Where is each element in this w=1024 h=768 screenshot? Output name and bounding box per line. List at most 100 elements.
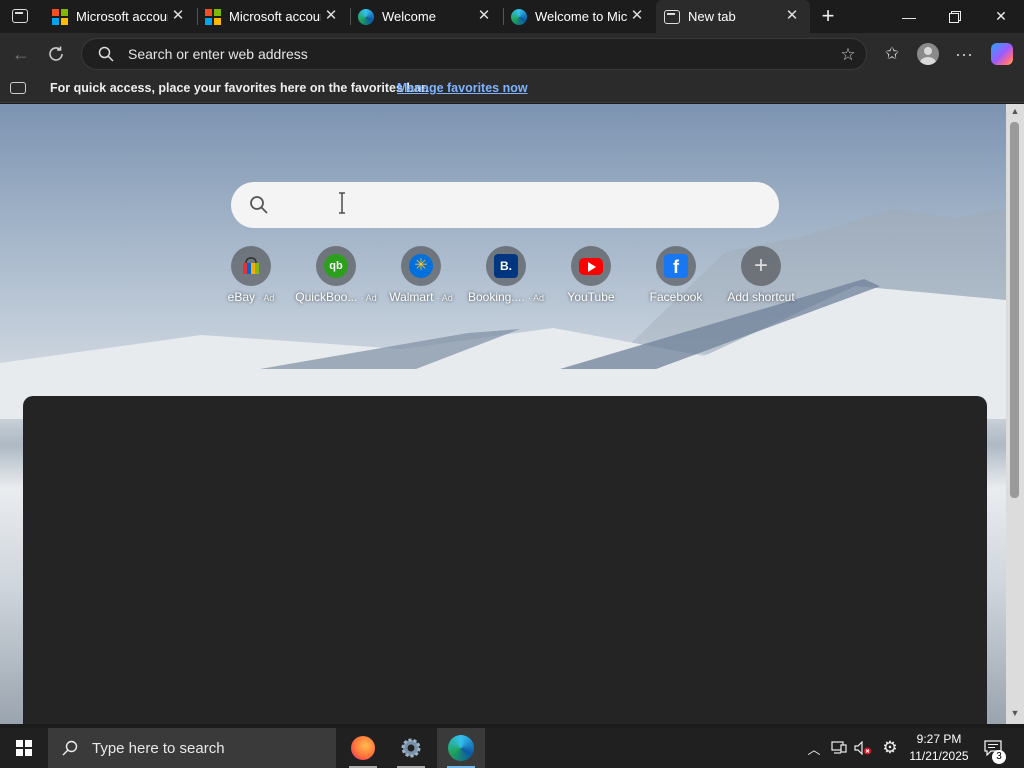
- edge-logo-icon: [511, 8, 527, 25]
- favorites-icon: ✩: [884, 44, 900, 63]
- shortcut-facebook[interactable]: f Facebook: [633, 246, 719, 316]
- facebook-icon: f: [656, 246, 696, 286]
- tab-actions-button[interactable]: [4, 2, 36, 30]
- taskbar-edge[interactable]: [437, 728, 485, 768]
- close-window-button[interactable]: ✕: [978, 0, 1024, 33]
- microsoft-logo-icon: [52, 8, 68, 25]
- taskbar-settings[interactable]: [387, 728, 435, 768]
- tab-actions-icon: [12, 9, 28, 23]
- microsoft-logo-icon: [205, 8, 221, 25]
- new-tab-page: eBay · Ad qb QuickBoo... · Ad ✳ Walmart …: [0, 104, 1006, 724]
- network-icon: [831, 741, 847, 754]
- address-bar[interactable]: Search or enter web address ☆: [81, 38, 867, 70]
- add-favorite-star-icon[interactable]: ☆: [838, 45, 858, 65]
- restore-button[interactable]: [932, 0, 978, 33]
- tab-welcome[interactable]: Welcome ✕: [350, 0, 502, 33]
- chevron-up-icon: ︿: [807, 741, 821, 757]
- taskbar-clock[interactable]: 9:27 PM 11/21/2025: [905, 731, 973, 765]
- volume-button[interactable]: [852, 728, 874, 768]
- tab-new-tab[interactable]: New tab ✕: [656, 0, 810, 33]
- shortcut-label: Walmart · Ad: [389, 290, 453, 304]
- add-shortcut-button[interactable]: + Add shortcut: [718, 246, 804, 316]
- tab-title: New tab: [688, 9, 736, 24]
- shortcut-label: QuickBoo... · Ad: [295, 290, 377, 304]
- tab-microsoft-account-2[interactable]: Microsoft accoun ✕: [197, 0, 349, 33]
- browser-toolbar: ← Search or enter web address ☆ ✩ ···: [0, 33, 1024, 75]
- minimize-button[interactable]: —: [886, 0, 932, 33]
- more-dots-icon: ···: [955, 43, 973, 64]
- tab-close-icon[interactable]: ✕: [170, 8, 186, 24]
- tab-title: Microsoft accoun: [76, 9, 168, 24]
- search-icon: [62, 740, 78, 756]
- windows-taskbar: Type here to search ︿ ⚙ 9:27 PM 11/21/20…: [0, 728, 1024, 768]
- booking-icon: B.: [486, 246, 526, 286]
- settings-and-more-button[interactable]: ···: [949, 39, 979, 69]
- shortcut-label: eBay · Ad: [227, 290, 275, 304]
- firefox-icon: [351, 736, 375, 760]
- scroll-up-arrow-icon[interactable]: ▲: [1010, 106, 1020, 116]
- clock-time: 9:27 PM: [916, 732, 962, 746]
- tab-close-icon[interactable]: ✕: [476, 8, 492, 24]
- profile-button[interactable]: [913, 39, 943, 69]
- start-button[interactable]: [0, 728, 48, 768]
- tab-microsoft-account-1[interactable]: Microsoft accoun ✕: [44, 0, 196, 33]
- show-hidden-icons-button[interactable]: ︿: [803, 728, 825, 768]
- quickbooks-icon: qb: [316, 246, 356, 286]
- address-placeholder: Search or enter web address: [128, 46, 308, 62]
- new-tab-button[interactable]: +: [815, 3, 841, 29]
- shortcut-ebay[interactable]: eBay · Ad: [208, 246, 294, 316]
- edge-logo-icon: [448, 735, 474, 761]
- scrollbar-thumb[interactable]: [1010, 122, 1019, 498]
- text-cursor-icon: [339, 192, 345, 214]
- tab-close-icon[interactable]: ✕: [629, 8, 645, 24]
- close-icon: ✕: [995, 8, 1007, 24]
- taskbar-firefox[interactable]: [339, 728, 387, 768]
- windows-logo-icon: [16, 740, 32, 756]
- notification-count-badge: 3: [992, 750, 1006, 764]
- tab-title: Microsoft accoun: [229, 9, 321, 24]
- favorites-button[interactable]: ✩: [877, 39, 907, 69]
- shortcut-label: Add shortcut: [727, 290, 795, 304]
- manage-favorites-link[interactable]: Manage favorites now: [397, 81, 528, 95]
- shortcut-youtube[interactable]: YouTube: [548, 246, 634, 316]
- clock-date: 11/21/2025: [909, 749, 969, 763]
- new-tab-page-icon: [664, 9, 680, 24]
- refresh-icon: [49, 46, 63, 61]
- tab-welcome-to-microsoft[interactable]: Welcome to Micr ✕: [503, 0, 655, 33]
- youtube-icon: [571, 246, 611, 286]
- taskbar-search-placeholder: Type here to search: [92, 739, 225, 757]
- plus-icon: +: [741, 246, 781, 286]
- shortcut-booking[interactable]: B. Booking.... · Ad: [463, 246, 549, 316]
- favorites-bar-message: For quick access, place your favorites h…: [50, 81, 429, 95]
- restore-icon: [949, 10, 961, 23]
- tab-title: Welcome: [382, 9, 436, 24]
- tray-settings-button[interactable]: ⚙: [878, 728, 902, 768]
- web-search-box[interactable]: [231, 182, 779, 228]
- taskbar-search-box[interactable]: Type here to search: [48, 728, 336, 768]
- minimize-icon: —: [902, 8, 916, 25]
- shortcut-label: YouTube: [567, 290, 615, 304]
- tab-close-icon[interactable]: ✕: [323, 8, 339, 24]
- scroll-down-arrow-icon[interactable]: ▼: [1010, 708, 1020, 718]
- shortcut-quickbooks[interactable]: qb QuickBoo... · Ad: [293, 246, 379, 316]
- shortcut-walmart[interactable]: ✳ Walmart · Ad: [378, 246, 464, 316]
- network-button[interactable]: [828, 728, 850, 768]
- content-feed-panel: [23, 396, 987, 724]
- back-button[interactable]: ←: [6, 39, 36, 69]
- gear-icon: ⚙: [882, 738, 898, 757]
- back-arrow-icon: ←: [12, 43, 30, 64]
- page-scrollbar[interactable]: ▲ ▼: [1006, 104, 1024, 724]
- search-icon: [98, 46, 114, 62]
- ebay-icon: [231, 246, 271, 286]
- quick-links: eBay · Ad qb QuickBoo... · Ad ✳ Walmart …: [224, 246, 804, 316]
- tab-close-icon[interactable]: ✕: [784, 8, 800, 24]
- search-icon: [250, 196, 268, 214]
- copilot-icon: [991, 43, 1013, 65]
- refresh-button[interactable]: [41, 39, 71, 69]
- favorites-bar: For quick access, place your favorites h…: [0, 75, 1024, 103]
- favorites-bar-icon: [10, 82, 26, 94]
- copilot-button[interactable]: [987, 39, 1017, 69]
- tab-strip: Microsoft accoun ✕ Microsoft accoun ✕ We…: [0, 0, 1024, 33]
- edge-logo-icon: [358, 8, 374, 25]
- volume-muted-icon: [854, 741, 871, 755]
